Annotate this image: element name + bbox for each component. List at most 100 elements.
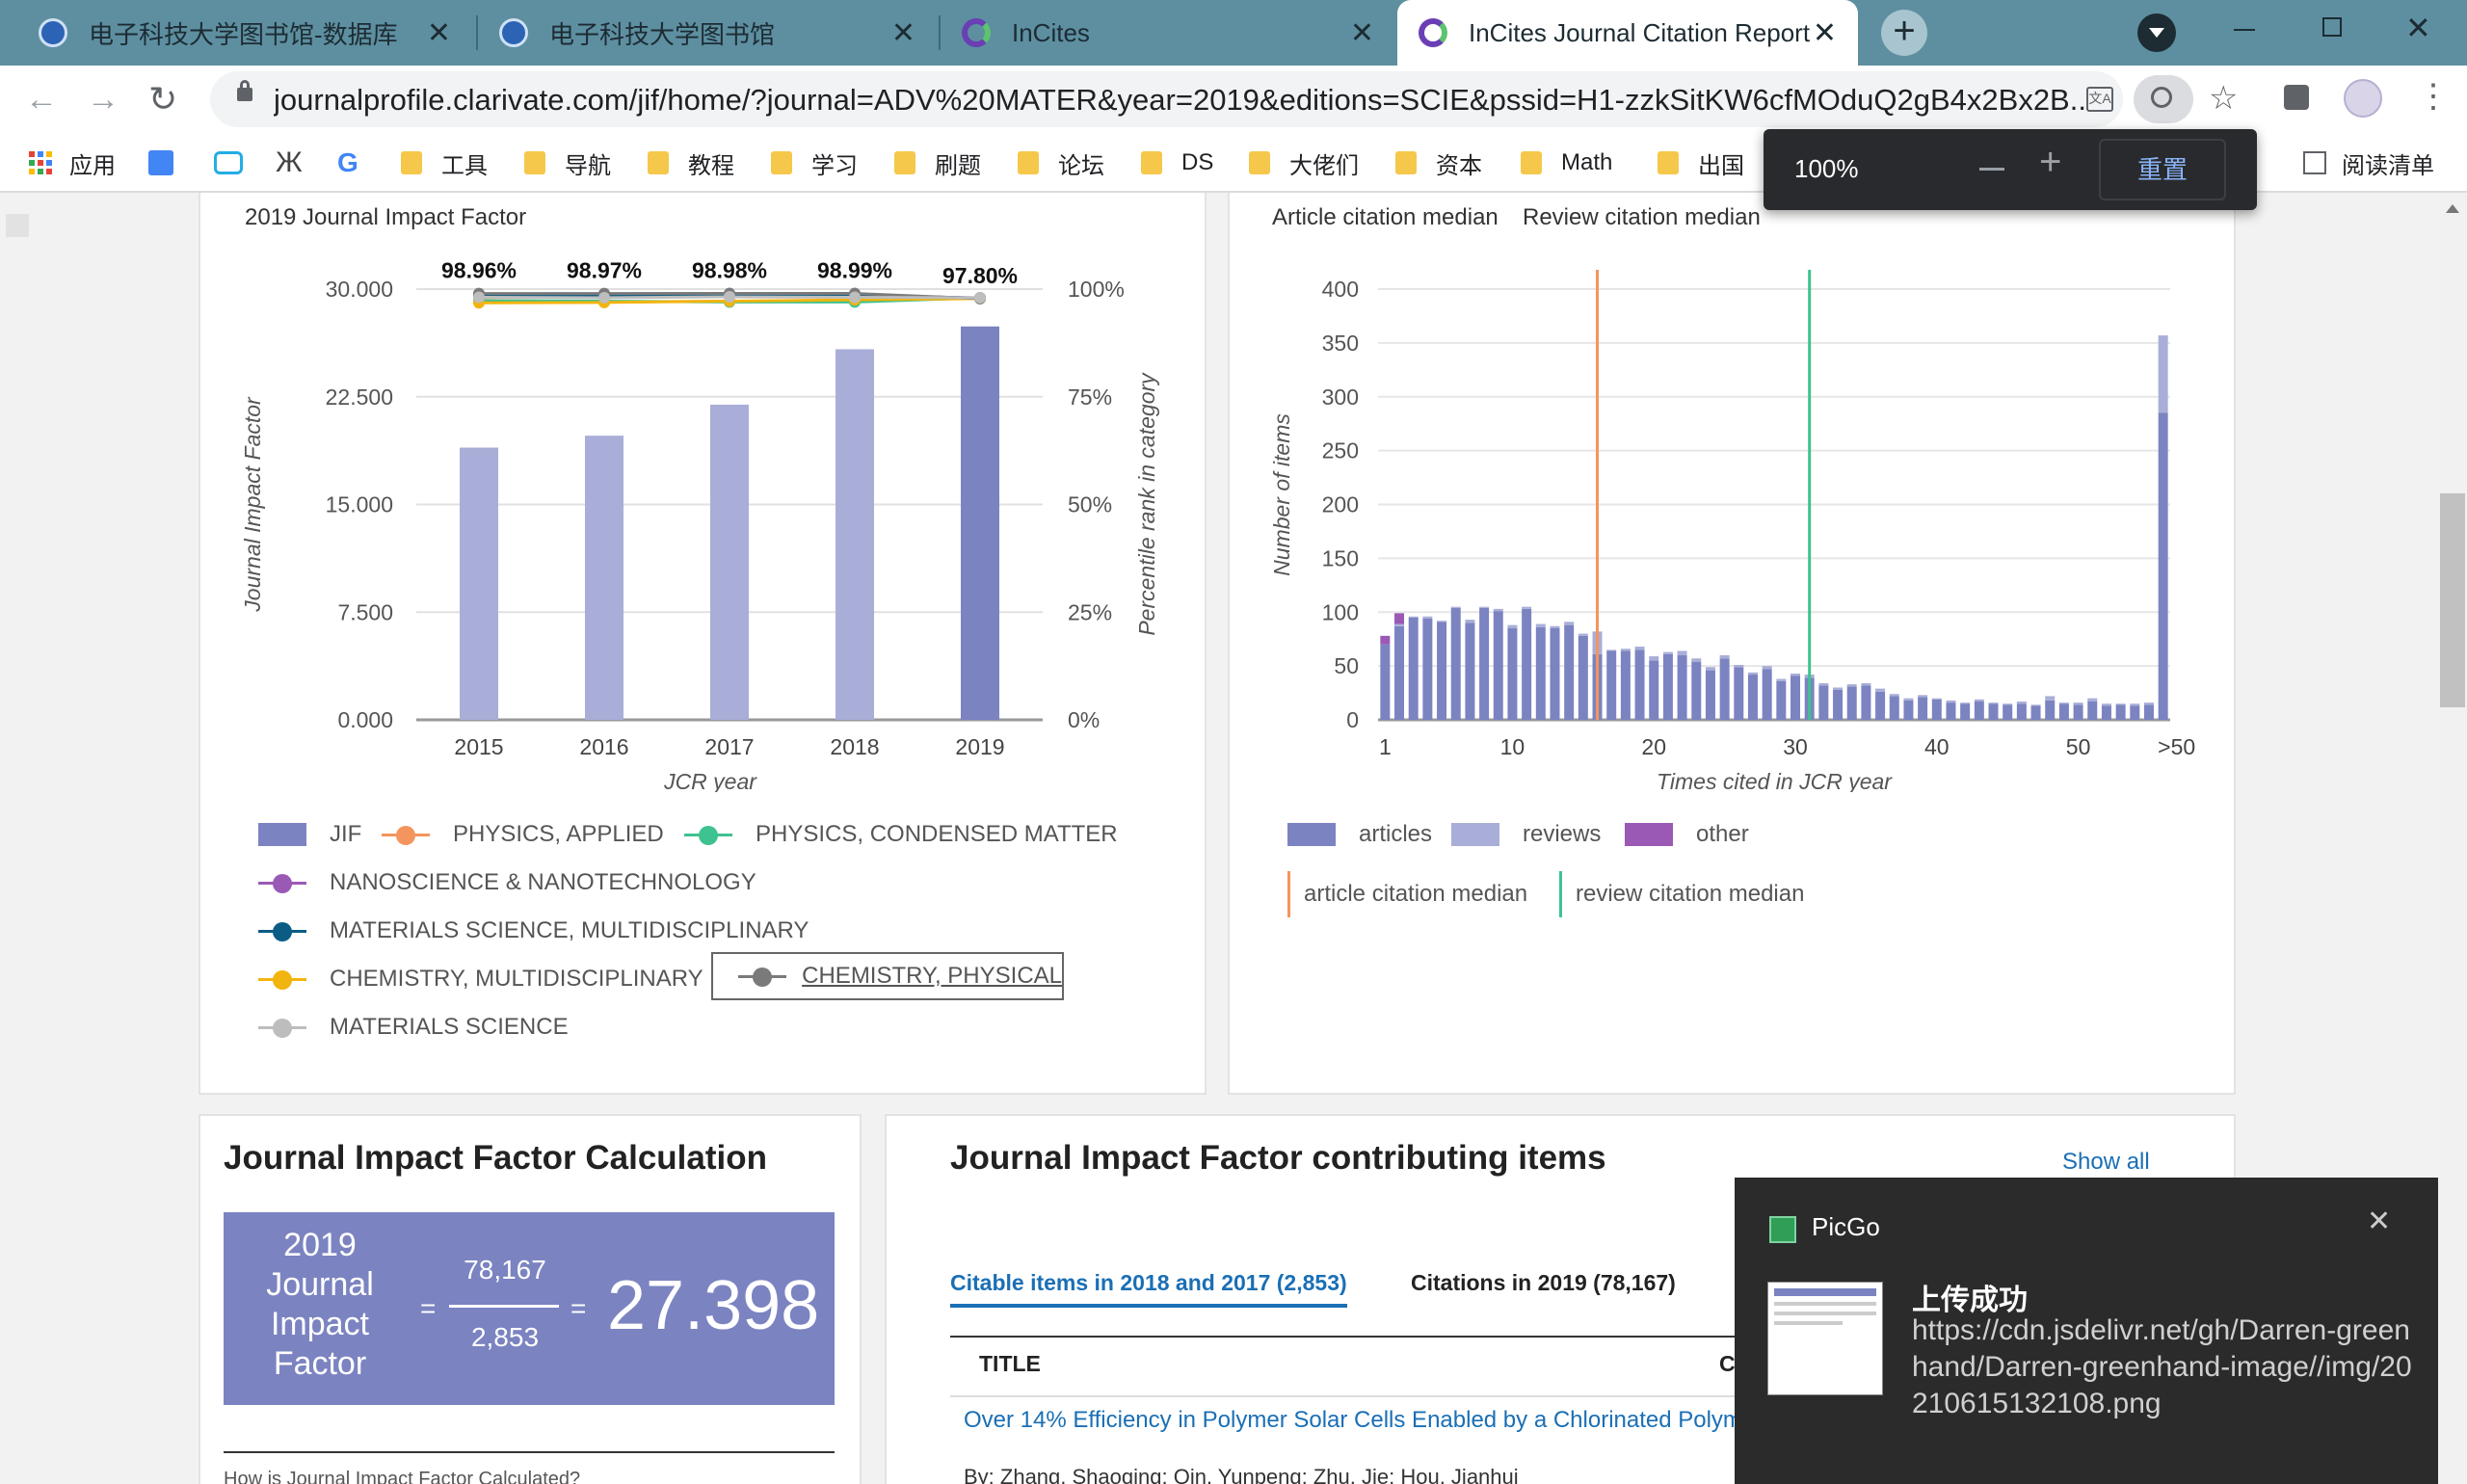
- legend-other[interactable]: other: [1625, 821, 1749, 848]
- articles-bar: [1437, 622, 1447, 720]
- close-tab-icon[interactable]: ✕: [891, 16, 915, 50]
- zoom-in-button[interactable]: +: [2039, 141, 2061, 184]
- reviews-bar: [1903, 698, 1914, 701]
- row-title-link[interactable]: Over 14% Efficiency in Polymer Solar Cel…: [964, 1407, 1742, 1434]
- bookmark-folder-practice[interactable]: 刷题: [894, 146, 981, 179]
- bookmark-apps[interactable]: 应用: [29, 146, 116, 179]
- reviews-bar: [2101, 703, 2111, 706]
- other-bar: [1380, 635, 1391, 645]
- extensions-puzzle-icon[interactable]: [2284, 85, 2309, 110]
- reviews-bar: [1691, 658, 1702, 662]
- reading-list-button[interactable]: 阅读清单: [2303, 146, 2434, 179]
- bookmark-folder-ds[interactable]: DS: [1141, 146, 1213, 179]
- restore-window-button[interactable]: [2322, 17, 2342, 37]
- google-translate-icon: [148, 150, 173, 175]
- legend-swatch: [1559, 871, 1562, 917]
- reviews-bar: [1776, 678, 1787, 681]
- bookmark-google-translate[interactable]: [148, 146, 173, 179]
- bookmark-folder-nav[interactable]: 导航: [524, 146, 611, 179]
- browser-menu-icon[interactable]: ⋮: [2417, 77, 2450, 116]
- reviews-bar: [2115, 703, 2126, 705]
- minimize-window-button[interactable]: [2234, 29, 2255, 31]
- bookmark-folder-study[interactable]: 学习: [771, 146, 858, 179]
- scroll-up-arrow[interactable]: [2446, 204, 2459, 213]
- show-all-link[interactable]: Show all: [2062, 1149, 2150, 1176]
- close-tab-icon[interactable]: ✕: [427, 16, 451, 50]
- tab-incites[interactable]: InCites ✕: [941, 0, 1395, 66]
- bookmark-folder-tools[interactable]: 工具: [401, 146, 488, 179]
- articles-bar: [1564, 624, 1575, 720]
- articles-bar: [1931, 699, 1942, 720]
- legend-articles[interactable]: articles: [1287, 821, 1432, 848]
- address-bar[interactable]: journalprofile.clarivate.com/jif/home/?j…: [210, 71, 2123, 127]
- legend-review-median[interactable]: review citation median: [1559, 871, 1804, 917]
- y-tick-label: 7.500: [337, 599, 393, 624]
- calc-box: 2019 Journal Impact Factor = 78,167 2,85…: [224, 1212, 835, 1405]
- articles-bar: [1818, 685, 1829, 720]
- tab-citations[interactable]: Citations in 2019 (78,167): [1411, 1270, 1676, 1296]
- percentile-point: [598, 291, 610, 304]
- calc-help-link[interactable]: How is Journal Impact Factor Calculated?: [224, 1469, 580, 1484]
- legend-physics-condensed[interactable]: PHYSICS, CONDENSED MATTER: [684, 821, 1118, 848]
- url-text[interactable]: journalprofile.clarivate.com/jif/home/?j…: [274, 83, 2085, 118]
- y2-tick-label: 50%: [1068, 492, 1112, 517]
- tab-incites-jcr[interactable]: InCites Journal Citation Report ✕: [1397, 0, 1858, 66]
- legend-chemistry-multi[interactable]: CHEMISTRY, MULTIDISCIPLINARY: [258, 966, 703, 993]
- legend-nanoscience[interactable]: NANOSCIENCE & NANOTECHNOLOGY: [258, 869, 756, 896]
- tab-library-database[interactable]: 电子科技大学图书馆-数据库 ✕: [0, 0, 472, 66]
- bookmark-butterfly[interactable]: Ж: [276, 146, 303, 179]
- articles-bar: [1846, 686, 1857, 720]
- close-window-button[interactable]: ✕: [2405, 10, 2431, 46]
- articles-bar: [1479, 607, 1490, 720]
- close-tab-icon[interactable]: ✕: [1813, 16, 1837, 50]
- legend-jif[interactable]: JIF: [258, 821, 361, 848]
- y-tick-label: 300: [1322, 384, 1359, 410]
- legend-chemistry-physical[interactable]: CHEMISTRY, PHYSICAL: [711, 952, 1064, 1000]
- new-tab-button[interactable]: +: [1881, 10, 1927, 56]
- legend-article-median[interactable]: article citation median: [1287, 871, 1527, 917]
- articles-bar: [1465, 623, 1475, 720]
- legend-physics-applied[interactable]: PHYSICS, APPLIED: [382, 821, 664, 848]
- other-bar: [1394, 613, 1405, 624]
- jif-bar: [961, 326, 999, 720]
- articles-bar: [2143, 704, 2154, 720]
- university-logo-icon: [39, 18, 67, 47]
- close-tab-icon[interactable]: ✕: [1350, 16, 1374, 50]
- legend-materials-multi[interactable]: MATERIALS SCIENCE, MULTIDISCIPLINARY: [258, 917, 809, 944]
- tab-citable-items[interactable]: Citable items in 2018 and 2017 (2,853): [950, 1270, 1347, 1308]
- legend-swatch: [1625, 823, 1673, 846]
- legend-materials-science[interactable]: MATERIALS SCIENCE: [258, 1014, 569, 1041]
- forward-button[interactable]: →: [87, 81, 119, 119]
- bookmark-folder-abroad[interactable]: 出国: [1658, 146, 1744, 179]
- bookmark-folder-capital[interactable]: 资本: [1395, 146, 1482, 179]
- bookmark-folder-forum[interactable]: 论坛: [1018, 146, 1104, 179]
- zoom-button[interactable]: [2134, 75, 2193, 123]
- tab-library[interactable]: 电子科技大学图书馆 ✕: [478, 0, 937, 66]
- bookmark-folder-tutorial[interactable]: 教程: [648, 146, 734, 179]
- page-scrollbar[interactable]: [2438, 193, 2467, 1484]
- reviews-bar: [1408, 616, 1419, 618]
- bookmark-folder-experts[interactable]: 大佬们: [1249, 146, 1359, 179]
- articles-bar: [1875, 691, 1886, 720]
- bookmark-folder-math[interactable]: Math: [1521, 146, 1612, 179]
- zoom-reset-button[interactable]: 重置: [2099, 139, 2226, 200]
- bookmark-google[interactable]: G: [337, 146, 358, 179]
- toast-close-icon[interactable]: ✕: [2367, 1205, 2391, 1238]
- back-button[interactable]: ←: [25, 81, 58, 119]
- tab-search-button[interactable]: [2137, 13, 2176, 52]
- picgo-logo-icon: [1769, 1216, 1796, 1243]
- profile-avatar[interactable]: [2344, 79, 2382, 118]
- translate-icon[interactable]: 文A: [2086, 87, 2113, 112]
- scroll-thumb[interactable]: [2440, 493, 2465, 707]
- percentile-label: 97.80%: [942, 263, 1018, 288]
- reviews-bar: [2058, 702, 2069, 704]
- zoom-out-button[interactable]: [1979, 168, 2004, 171]
- bookmark-bilibili[interactable]: [214, 146, 243, 179]
- bookmark-star-icon[interactable]: ☆: [2209, 79, 2238, 118]
- reviews-bar: [1974, 699, 1984, 702]
- tab-title: 电子科技大学图书馆-数据库: [89, 19, 398, 49]
- folder-icon: [1658, 151, 1679, 174]
- legend-reviews[interactable]: reviews: [1451, 821, 1601, 848]
- articles-bar: [1903, 700, 1914, 720]
- reload-button[interactable]: ↻: [148, 79, 177, 119]
